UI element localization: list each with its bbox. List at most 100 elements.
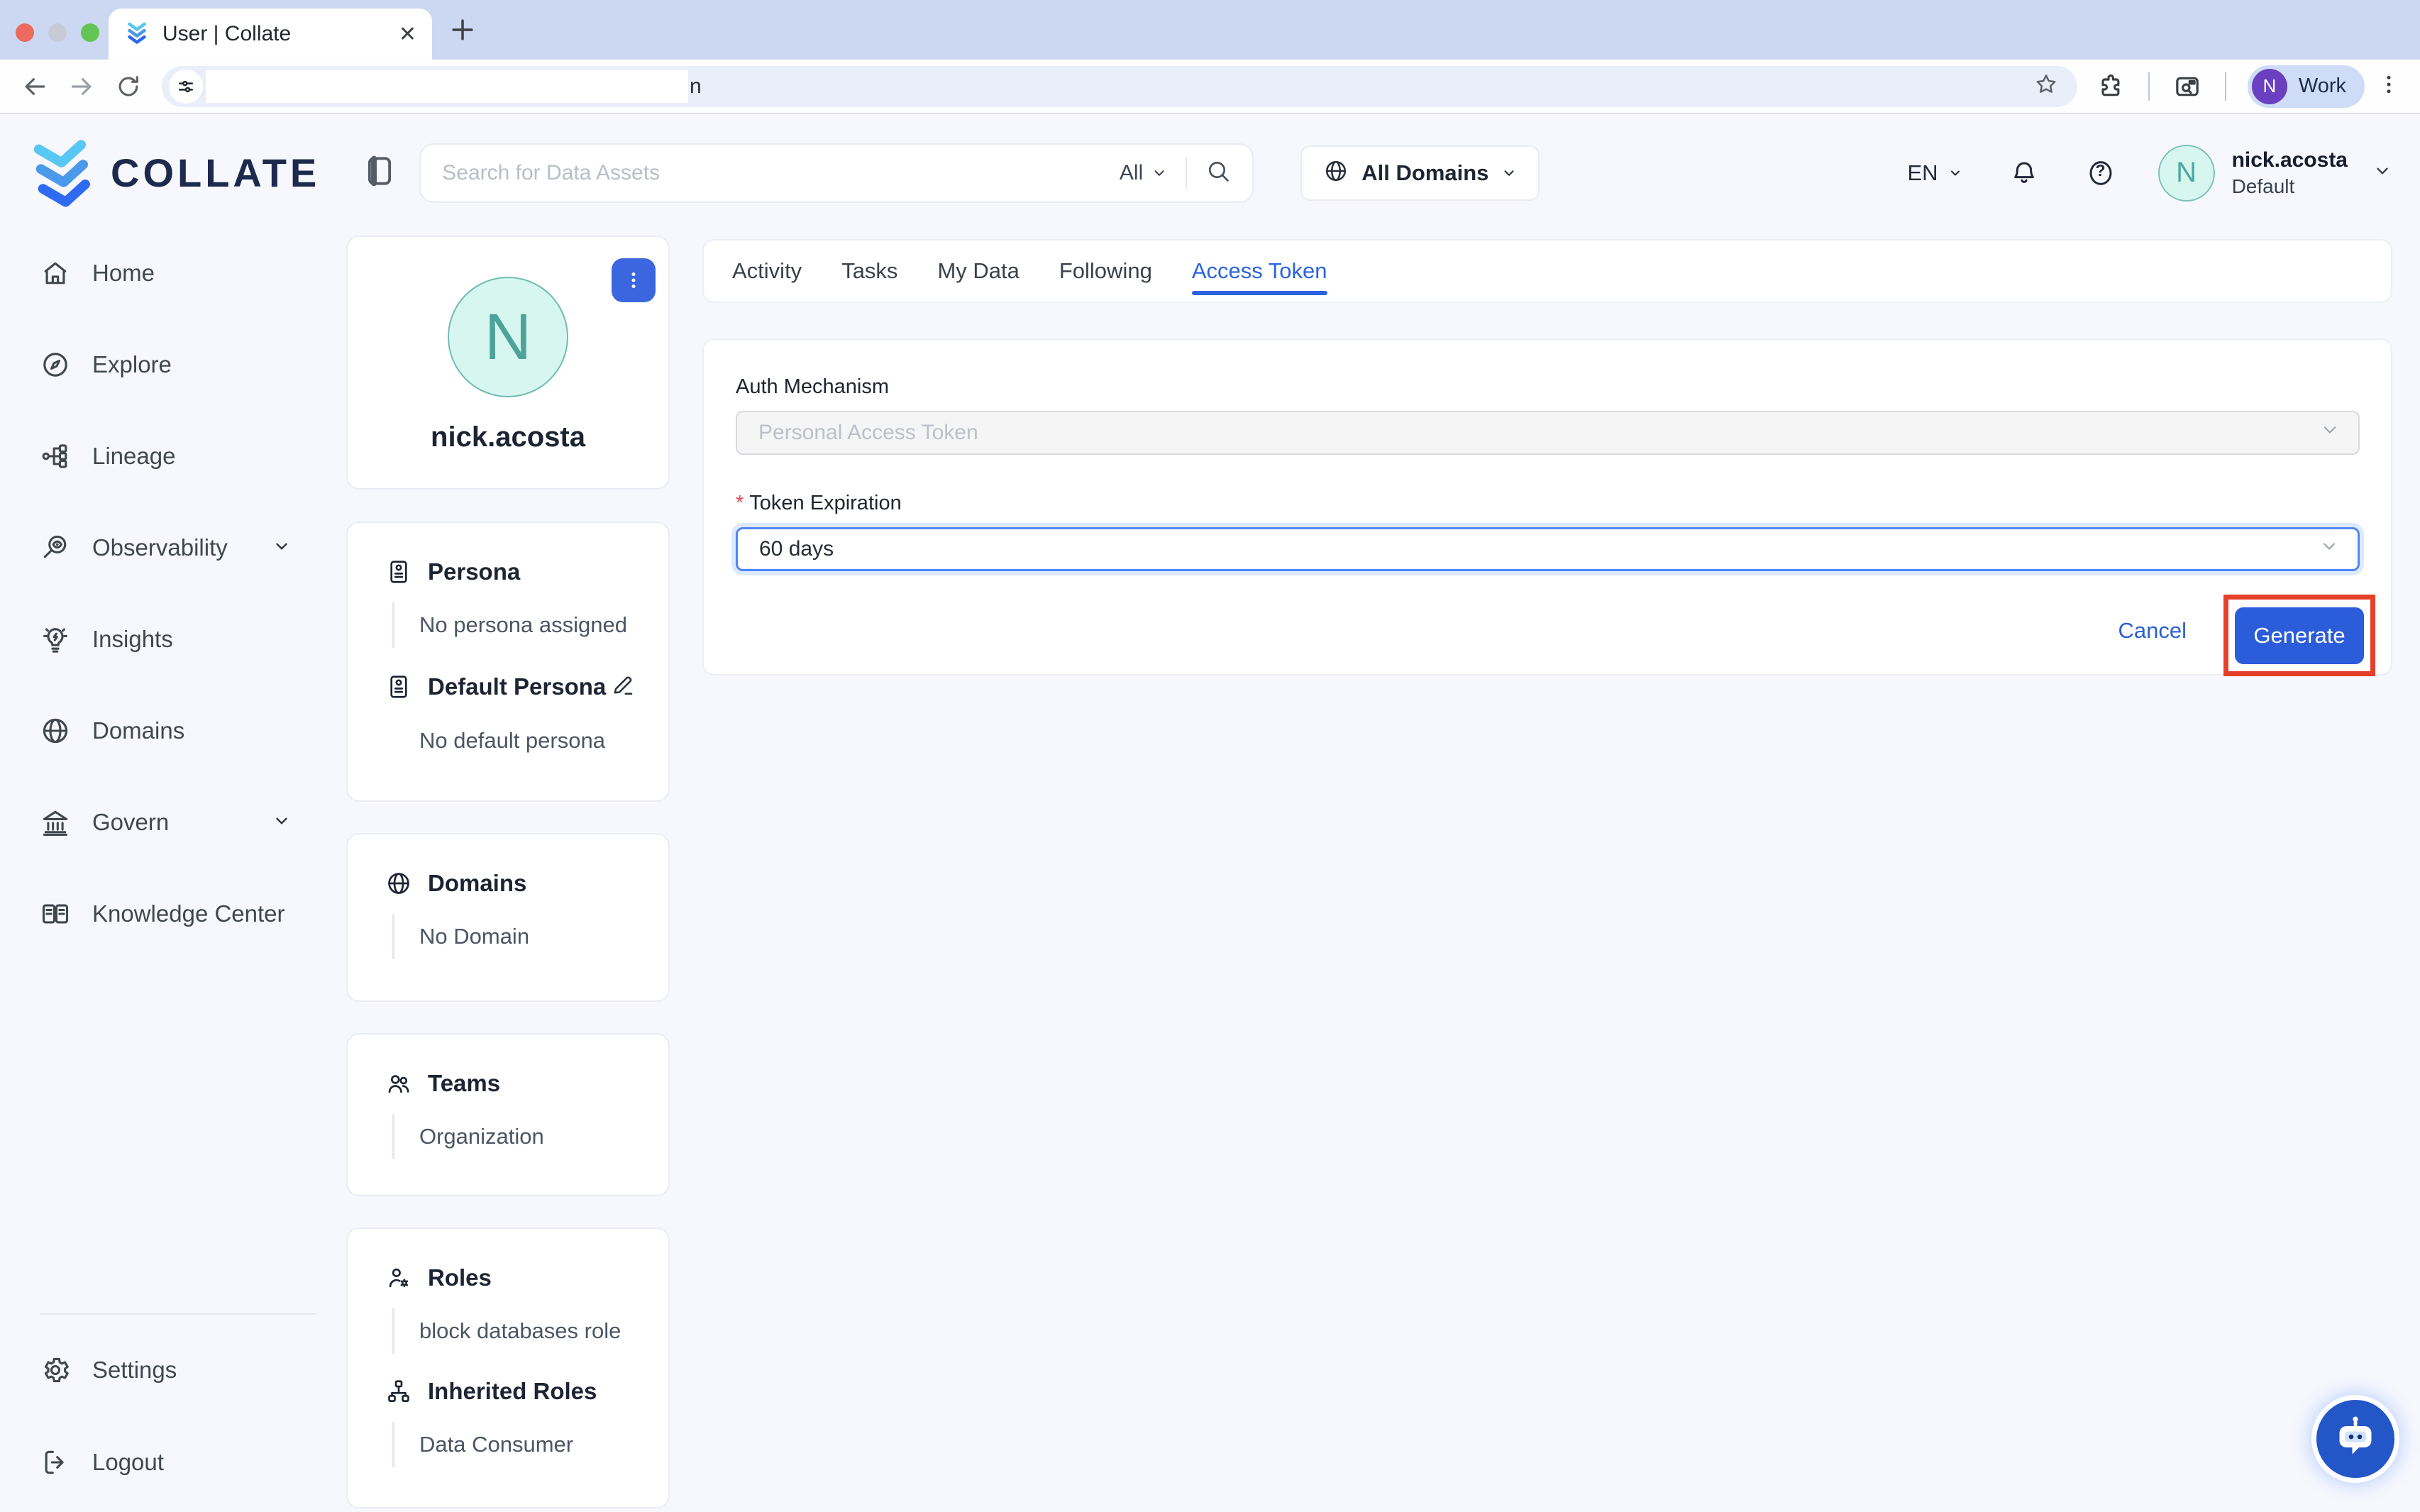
domains-card: Domains No Domain [346, 833, 670, 1002]
teams-card: Teams Organization [346, 1033, 670, 1196]
all-domains-dropdown[interactable]: All Domains [1300, 145, 1540, 201]
sidebar-item-settings[interactable]: Settings [0, 1342, 326, 1398]
persona-card: Persona No persona assigned Default Pers… [346, 522, 670, 802]
persona-value: No persona assigned [392, 602, 640, 648]
teams-title: Teams [428, 1070, 500, 1097]
persona-title: Persona [428, 558, 520, 585]
tab-access-token[interactable]: Access Token [1192, 241, 1327, 302]
sidebar-item-insights[interactable]: Insights [0, 611, 326, 668]
tab-search-icon[interactable] [2164, 72, 2211, 101]
logout-icon [40, 1447, 71, 1478]
screen: User | Collate ✕ n [0, 0, 2420, 1512]
persona-card-icon [385, 673, 412, 700]
edit-pencil-icon[interactable] [610, 672, 636, 701]
tab-my-data[interactable]: My Data [937, 241, 1019, 302]
teams-value[interactable]: Organization [392, 1114, 640, 1159]
url-redaction-box [206, 70, 688, 103]
profile-actions-button[interactable] [612, 258, 656, 302]
auth-mechanism-value: Personal Access Token [758, 421, 978, 445]
token-expiration-value: 60 days [759, 537, 834, 561]
sidebar-item-knowledge-center[interactable]: Knowledge Center [0, 885, 326, 942]
lineage-icon [40, 441, 71, 472]
sidebar-item-observability[interactable]: Observability [0, 519, 326, 576]
inherited-roles-value: Data Consumer [392, 1422, 640, 1467]
profile-user-name: nick.acosta [348, 421, 668, 453]
close-window-button[interactable] [16, 23, 34, 42]
forward-icon[interactable] [58, 73, 105, 100]
roles-icon [385, 1264, 412, 1291]
home-icon [40, 258, 71, 289]
token-expiration-select[interactable]: 60 days [736, 527, 2360, 571]
profile-tabs: Activity Tasks My Data Following Access … [702, 239, 2392, 303]
persona-card-icon [385, 558, 412, 585]
sidebar-item-govern[interactable]: Govern [0, 794, 326, 851]
domains-title: Domains [428, 870, 526, 897]
profile-name: Work [2299, 75, 2346, 98]
avatar: N [448, 277, 568, 397]
sidebar-item-domains[interactable]: Domains [0, 702, 326, 759]
notifications-bell-icon[interactable] [2009, 158, 2039, 188]
help-icon[interactable]: ? [2086, 158, 2116, 188]
sidebar-item-home[interactable]: Home [0, 245, 326, 302]
new-tab-button[interactable] [447, 14, 478, 49]
brand-wordmark: COLLATE [111, 150, 320, 196]
language-selector[interactable]: EN [1908, 160, 1962, 186]
chevron-down-icon [2320, 420, 2340, 446]
minimize-window-button[interactable] [48, 23, 67, 42]
bookmark-star-icon[interactable] [2033, 72, 2059, 101]
sidebar-bottom: Settings Logout [0, 1313, 326, 1512]
toolbar-divider [2148, 72, 2150, 101]
global-search-input[interactable]: Search for Data Assets All [419, 143, 1254, 203]
browser-menu-icon[interactable] [2376, 72, 2402, 101]
sidebar: Home Explore Lineage Observability Insig… [0, 231, 326, 1512]
robot-icon [2330, 1413, 2381, 1464]
sidebar-item-lineage[interactable]: Lineage [0, 428, 326, 485]
search-placeholder: Search for Data Assets [442, 161, 1120, 185]
user-avatar[interactable]: N [2158, 145, 2215, 202]
lightbulb-icon [40, 624, 71, 655]
chevron-down-icon[interactable] [2373, 162, 2392, 184]
roles-value: block databases role [392, 1308, 640, 1354]
tab-tasks[interactable]: Tasks [841, 241, 897, 302]
user-persona: Default [2232, 174, 2348, 199]
generate-button[interactable]: Generate [2235, 607, 2364, 664]
hierarchy-icon [385, 1378, 412, 1405]
profile-avatar: N [2252, 69, 2287, 104]
search-icon[interactable] [1205, 158, 1231, 187]
sidebar-item-logout[interactable]: Logout [0, 1434, 326, 1491]
address-bar[interactable]: n [162, 66, 2077, 107]
browser-profile-chip[interactable]: N Work [2248, 65, 2365, 108]
globe-icon [385, 870, 412, 897]
auth-mechanism-label: Auth Mechanism [736, 375, 2360, 399]
cancel-button[interactable]: Cancel [2118, 618, 2187, 644]
tab-following[interactable]: Following [1059, 241, 1152, 302]
gear-icon [40, 1354, 71, 1386]
search-scope-dropdown[interactable]: All [1120, 161, 1167, 185]
browser-tab[interactable]: User | Collate ✕ [109, 9, 432, 60]
user-menu[interactable]: nick.acosta Default [2232, 147, 2348, 199]
reload-icon[interactable] [105, 73, 152, 100]
chatbot-button[interactable] [2316, 1400, 2394, 1478]
zoom-window-button[interactable] [81, 23, 99, 42]
url-text: n [690, 75, 702, 99]
sidebar-toggle-icon[interactable] [365, 155, 394, 191]
roles-title: Roles [428, 1264, 492, 1291]
tab-activity[interactable]: Activity [732, 241, 802, 302]
back-icon[interactable] [11, 73, 58, 100]
identity-card: N nick.acosta [346, 236, 670, 490]
window-controls [16, 23, 99, 42]
action-highlight-box: Generate [2223, 595, 2375, 676]
auth-mechanism-select[interactable]: Personal Access Token [736, 411, 2360, 455]
chevron-down-icon [272, 537, 291, 559]
globe-icon [1323, 158, 1349, 187]
required-asterisk: * [736, 492, 744, 514]
toolbar-divider [2225, 72, 2226, 101]
extensions-icon[interactable] [2087, 72, 2134, 101]
app-header: COLLATE Search for Data Assets All All D… [0, 114, 2420, 231]
sidebar-item-explore[interactable]: Explore [0, 336, 326, 393]
collate-logo-icon [28, 131, 96, 214]
token-expiration-label: *Token Expiration [736, 492, 2360, 515]
chevron-down-icon [1151, 165, 1167, 181]
tab-close-icon[interactable]: ✕ [399, 22, 416, 47]
site-settings-icon[interactable] [169, 70, 203, 104]
